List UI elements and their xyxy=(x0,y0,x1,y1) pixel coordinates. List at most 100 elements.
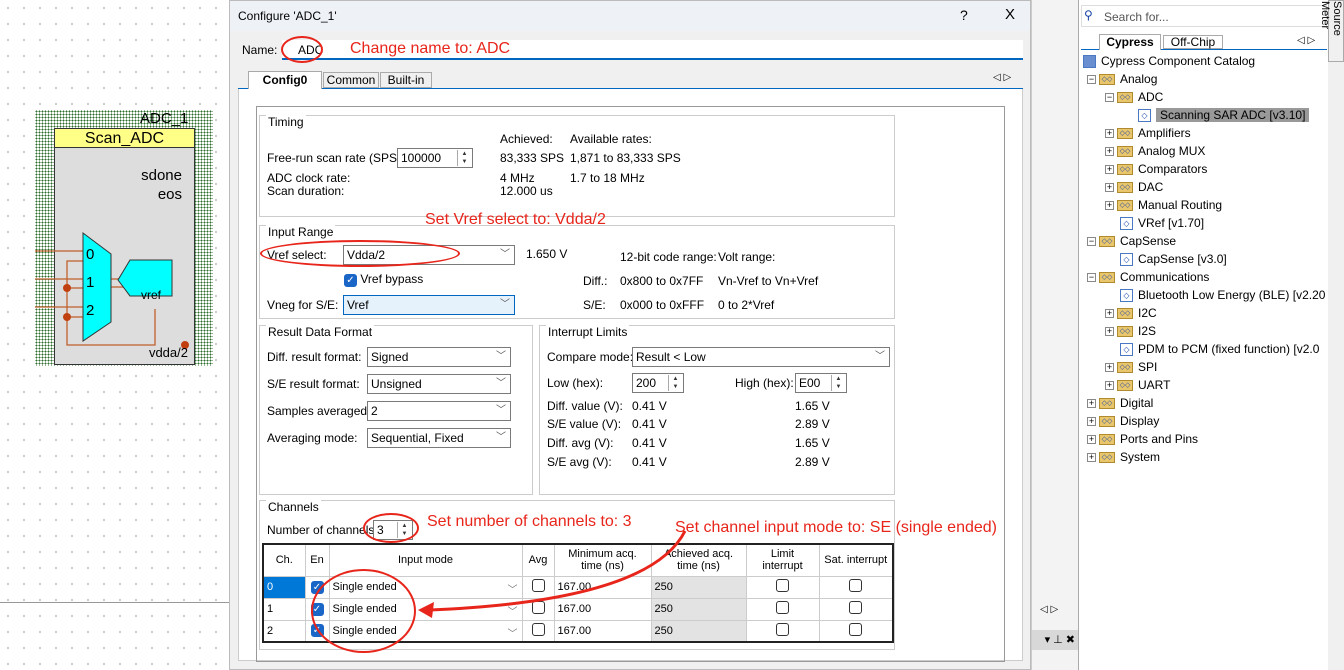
sat-interrupt-checkbox[interactable] xyxy=(818,597,894,621)
limit-interrupt-checkbox[interactable] xyxy=(745,597,820,621)
help-button[interactable]: ? xyxy=(960,7,968,23)
limit-interrupt-checkbox[interactable] xyxy=(745,619,820,643)
avg-mode-dropdown[interactable]: Sequential, Fixed ﹀ xyxy=(367,428,511,448)
tree-item[interactable]: + ◇◇ Amplifiers xyxy=(1105,124,1191,142)
limit-row-high: 1.65 V xyxy=(795,436,830,450)
search-input[interactable]: Search for... xyxy=(1081,5,1327,27)
limit-row-label: Diff. value (V): xyxy=(547,399,623,413)
tree-item[interactable]: + ◇◇ Ports and Pins xyxy=(1087,430,1198,448)
output-sdone: sdone xyxy=(141,167,182,184)
folder-icon: ◇◇ xyxy=(1117,362,1133,374)
tree-item[interactable]: − ◇◇ ADC xyxy=(1105,88,1163,106)
channels-label: Channels xyxy=(266,500,321,514)
tab-built-in[interactable]: Built-in xyxy=(380,72,432,88)
result-format-group: Result Data Format Diff. result format: … xyxy=(259,325,533,495)
divider xyxy=(0,602,229,603)
low-input[interactable]: 200 ▲ ▼ xyxy=(632,373,684,393)
diff-volt: Vn-Vref to Vn+Vref xyxy=(718,274,819,288)
limit-row-high: 1.65 V xyxy=(795,399,830,413)
compare-mode-dropdown[interactable]: Result < Low ﹀ xyxy=(632,347,890,367)
annotation-input-mode: Set channel input mode to: SE (single en… xyxy=(675,519,997,536)
expand-icon: + xyxy=(1105,182,1114,193)
tree-item[interactable]: ◇ CapSense [v3.0] xyxy=(1105,250,1227,268)
tree-item[interactable]: + ◇◇ Display xyxy=(1087,412,1159,430)
cell-ch: 0 xyxy=(262,575,306,599)
limit-row-high: 2.89 V xyxy=(795,455,830,469)
col-sat-int: Sat. interrupt xyxy=(818,543,894,577)
close-button[interactable]: X xyxy=(1005,6,1015,23)
tree-item[interactable]: + ◇◇ I2C xyxy=(1105,304,1157,322)
limit-row-label: Diff. avg (V): xyxy=(547,436,614,450)
avg-mode-label: Averaging mode: xyxy=(267,431,358,445)
tree-item[interactable]: + ◇◇ SPI xyxy=(1105,358,1157,376)
tree-item[interactable]: − ◇◇ Communications xyxy=(1087,268,1209,286)
sat-interrupt-checkbox[interactable] xyxy=(818,619,894,643)
binoculars-icon[interactable]: ⚲ xyxy=(1084,8,1093,22)
instance-name: ADC_1 xyxy=(140,110,189,127)
spinner-icon: ▲ ▼ xyxy=(457,150,471,166)
tree-item[interactable]: ◇ VRef [v1.70] xyxy=(1105,214,1204,232)
folder-icon: ◇◇ xyxy=(1117,164,1133,176)
cell-ch: 2 xyxy=(262,619,306,643)
tree-item[interactable]: + ◇◇ Analog MUX xyxy=(1105,142,1205,160)
tree-item[interactable]: + ◇◇ Manual Routing xyxy=(1105,196,1222,214)
min-acq-input[interactable]: 167.00 xyxy=(553,619,652,643)
tab-scroll-icon[interactable]: ◁ ▷ xyxy=(993,72,1011,83)
interrupt-limits-label: Interrupt Limits xyxy=(546,325,630,339)
tab-cypress[interactable]: Cypress xyxy=(1099,34,1161,50)
vneg-dropdown[interactable]: Vref ﹀ xyxy=(343,295,515,315)
folder-icon: ◇◇ xyxy=(1099,434,1115,446)
expand-icon: + xyxy=(1105,308,1114,319)
vref-bypass-checkbox[interactable]: ✓ Vref bypass xyxy=(344,272,423,287)
duration-value: 12.000 us xyxy=(500,184,553,198)
configure-dialog: Configure 'ADC_1' ? X Name: ADC Change n… xyxy=(229,0,1031,670)
scan-rate-input[interactable]: 100000 ▲ ▼ xyxy=(397,148,473,168)
tab-off-chip[interactable]: Off-Chip xyxy=(1163,35,1223,49)
tree-item[interactable]: + ◇◇ System xyxy=(1087,448,1160,466)
input-range-label: Input Range xyxy=(266,225,336,239)
pin-close-icons[interactable]: ▾ ⊥ ✖ xyxy=(1032,630,1078,650)
tree-item[interactable]: + ◇◇ I2S xyxy=(1105,322,1156,340)
component-icon: ◇ xyxy=(1120,343,1133,357)
schematic-canvas[interactable]: ADC_1 Scan_ADC sdone eos 0 1 2 vref vdda/2 xyxy=(0,0,229,670)
svg-text:0: 0 xyxy=(86,246,94,263)
sat-interrupt-checkbox[interactable] xyxy=(818,575,894,599)
annotation-arrow xyxy=(418,530,687,618)
book-icon xyxy=(1083,55,1096,69)
limit-interrupt-checkbox[interactable] xyxy=(745,575,820,599)
expand-icon: + xyxy=(1105,326,1114,337)
tab-common[interactable]: Common xyxy=(323,72,379,88)
expand-icon: + xyxy=(1105,164,1114,175)
tab-config0[interactable]: Config0 xyxy=(248,71,322,89)
tree-item[interactable]: ◇ Bluetooth Low Energy (BLE) [v2.20 xyxy=(1105,286,1325,304)
tree-item[interactable]: + ◇◇ Comparators xyxy=(1105,160,1207,178)
high-input[interactable]: E00 ▲ ▼ xyxy=(795,373,847,393)
expand-icon: + xyxy=(1105,146,1114,157)
diff-format-label: Diff. result format: xyxy=(267,350,362,364)
avg-checkbox[interactable] xyxy=(521,619,555,643)
tab-scroll-icon[interactable]: ◁ ▷ xyxy=(1297,35,1315,46)
expand-icon: + xyxy=(1087,434,1096,445)
se-format-dropdown[interactable]: Unsigned ﹀ xyxy=(367,374,511,394)
tree-item[interactable]: ◇ Scanning SAR ADC [v3.10] xyxy=(1123,106,1310,124)
folder-icon: ◇◇ xyxy=(1117,308,1133,320)
timing-label: Timing xyxy=(266,115,306,129)
interrupt-limits-group: Interrupt Limits Compare mode: Result < … xyxy=(539,325,895,495)
tree-item[interactable]: + ◇◇ DAC xyxy=(1105,178,1163,196)
tree-item[interactable]: ◇ PDM to PCM (fixed function) [v2.0 xyxy=(1105,340,1319,358)
tree-item[interactable]: − ◇◇ Analog xyxy=(1087,70,1157,88)
scan-rate-available: 1,871 to 83,333 SPS xyxy=(570,151,681,165)
tree-item[interactable]: − ◇◇ CapSense xyxy=(1087,232,1176,250)
output-eos: eos xyxy=(157,186,182,203)
samples-dropdown[interactable]: 2 ﹀ xyxy=(367,401,511,421)
source-meter-tab[interactable]: Source Meter xyxy=(1319,0,1344,62)
tree-item[interactable]: + ◇◇ UART xyxy=(1105,376,1170,394)
annotation-circle xyxy=(281,36,323,63)
diff-format-dropdown[interactable]: Signed ﹀ xyxy=(367,347,511,367)
catalog-root[interactable]: Cypress Component Catalog xyxy=(1083,52,1255,70)
tree-item[interactable]: + ◇◇ Digital xyxy=(1087,394,1153,412)
scan-adc-component[interactable]: Scan_ADC sdone eos 0 1 2 vref vdda/2 xyxy=(35,128,195,365)
limit-row-high: 2.89 V xyxy=(795,417,830,431)
duration-label: Scan duration: xyxy=(267,184,345,198)
scroll-arrows-icon[interactable]: ◁ ▷ xyxy=(1040,604,1058,615)
